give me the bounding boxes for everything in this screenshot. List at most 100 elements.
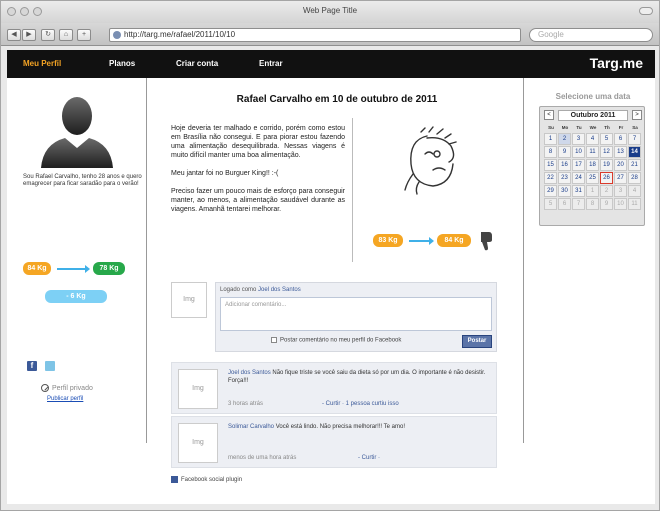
search-field[interactable]: Google bbox=[529, 28, 653, 42]
calendar-day[interactable]: 21 bbox=[628, 159, 641, 171]
home-button[interactable]: ⌂ bbox=[59, 29, 73, 41]
calendar-day[interactable]: 18 bbox=[586, 159, 599, 171]
calendar-day: 8 bbox=[586, 198, 599, 210]
comment-author-link[interactable]: Joel dos Santos bbox=[228, 370, 271, 376]
calendar-day[interactable]: 26 bbox=[600, 172, 613, 184]
calendar-day[interactable]: 7 bbox=[628, 133, 641, 145]
weekday-row: Su Mo Tu We Th Fr Sa bbox=[544, 125, 642, 130]
calendar-day[interactable]: 27 bbox=[614, 172, 627, 184]
calendar-day: 4 bbox=[628, 185, 641, 197]
calendar-day[interactable]: 30 bbox=[558, 185, 571, 197]
calendar-grid: 1 2 3 4 5 6 7 8 9 10 11 12 13 14 15 16 17 18 19 20 21 22 23 24 2… bbox=[544, 133, 642, 211]
comment-item: Img Joel dos Santos Não fique triste se … bbox=[171, 362, 497, 414]
calendar-month: Outubro 2011 bbox=[558, 110, 628, 121]
nav-meu-perfil[interactable]: Meu Perfil bbox=[23, 59, 61, 68]
post-comment-button[interactable]: Postar bbox=[462, 335, 492, 348]
title-bar: Web Page Title bbox=[1, 1, 659, 23]
address-bar[interactable]: http://targ.me/rafael/2011/10/10 bbox=[109, 28, 521, 42]
avatar bbox=[41, 97, 113, 168]
top-nav: Meu Perfil Planos Criar conta Entrar Tar… bbox=[7, 50, 655, 78]
facebook-post-checkbox[interactable]: Postar comentário no meu perfil do Faceb… bbox=[271, 337, 401, 344]
calendar-title: Selecione uma data bbox=[555, 92, 631, 101]
commenter-image-placeholder: Img bbox=[178, 423, 218, 463]
calendar-day[interactable]: 6 bbox=[614, 133, 627, 145]
thumbs-down-icon[interactable] bbox=[479, 230, 493, 252]
profile-bio: Sou Rafael Carvalho, tenho 28 anos e que… bbox=[23, 174, 142, 187]
nav-entrar[interactable]: Entrar bbox=[259, 59, 283, 68]
calendar-day[interactable]: 29 bbox=[544, 185, 557, 197]
comment-like-action[interactable]: - Curtir · bbox=[358, 455, 380, 461]
add-bookmark-button[interactable]: + bbox=[77, 29, 91, 41]
next-month-button[interactable]: > bbox=[632, 110, 642, 120]
browser-toolbar: ◀ ▶ ↻ ⌂ + http://targ.me/rafael/2011/10/… bbox=[1, 23, 659, 46]
calendar-day[interactable]: 2 bbox=[558, 133, 571, 145]
calendar-day[interactable]: 19 bbox=[600, 159, 613, 171]
nav-planos[interactable]: Planos bbox=[109, 59, 135, 68]
weekday-label: Sa bbox=[632, 125, 638, 130]
calendar-day: 2 bbox=[600, 185, 613, 197]
post-body: Hoje deveria ter malhado e corrido, poré… bbox=[171, 124, 345, 223]
calendar-day[interactable]: 1 bbox=[544, 133, 557, 145]
calendar-day[interactable]: 23 bbox=[558, 172, 571, 184]
comment-time: menos de uma hora atrás bbox=[228, 455, 297, 461]
comment-text: Joel dos Santos Não fique triste se você… bbox=[228, 370, 486, 384]
calendar-day[interactable]: 22 bbox=[544, 172, 557, 184]
calendar-day: 10 bbox=[614, 198, 627, 210]
calendar-day: 9 bbox=[600, 198, 613, 210]
calendar-day[interactable]: 25 bbox=[586, 172, 599, 184]
site-icon bbox=[113, 31, 121, 39]
checkbox[interactable] bbox=[271, 337, 277, 343]
logged-user-link[interactable]: Joel dos Santos bbox=[258, 287, 301, 293]
toolbar-toggle-button[interactable] bbox=[639, 7, 653, 15]
calendar-day[interactable]: 16 bbox=[558, 159, 571, 171]
calendar-day: 3 bbox=[614, 185, 627, 197]
reload-button[interactable]: ↻ bbox=[41, 29, 55, 41]
calendar-day[interactable]: 13 bbox=[614, 146, 627, 158]
calendar-day[interactable]: 15 bbox=[544, 159, 557, 171]
weekday-label: Su bbox=[548, 125, 554, 130]
calendar-header: < Outubro 2011 > bbox=[544, 110, 642, 122]
calendar-day: 7 bbox=[572, 198, 585, 210]
weekday-label: Th bbox=[604, 125, 610, 130]
comment-form: Img Logado como Joel dos Santos Adiciona… bbox=[171, 282, 497, 354]
web-page: Meu Perfil Planos Criar conta Entrar Tar… bbox=[7, 50, 655, 504]
calendar-day[interactable]: 3 bbox=[572, 133, 585, 145]
calendar-day[interactable]: 11 bbox=[586, 146, 599, 158]
calendar-day[interactable]: 10 bbox=[572, 146, 585, 158]
calendar-day[interactable]: 20 bbox=[614, 159, 627, 171]
calendar-day[interactable]: 8 bbox=[544, 146, 557, 158]
calendar-day[interactable]: 14 bbox=[628, 146, 641, 158]
right-divider bbox=[523, 78, 524, 443]
calendar-day[interactable]: 28 bbox=[628, 172, 641, 184]
calendar-day[interactable]: 24 bbox=[572, 172, 585, 184]
facebook-icon[interactable]: f bbox=[27, 361, 37, 371]
post-title: Rafael Carvalho em 10 de outubro de 2011 bbox=[236, 94, 438, 105]
comment-form-panel: Logado como Joel dos Santos Adicionar co… bbox=[215, 282, 497, 352]
calendar-day[interactable]: 4 bbox=[586, 133, 599, 145]
twitter-icon[interactable] bbox=[45, 361, 55, 371]
publish-profile-link[interactable]: Publicar perfil bbox=[47, 396, 83, 402]
calendar-day[interactable]: 31 bbox=[572, 185, 585, 197]
comment-input[interactable]: Adicionar comentário... bbox=[220, 297, 492, 331]
brand-logo[interactable]: Targ.me bbox=[590, 55, 643, 71]
current-weight-badge: 78 Kg bbox=[93, 262, 125, 275]
weekday-label: Tu bbox=[576, 125, 582, 130]
forward-button[interactable]: ▶ bbox=[22, 29, 36, 41]
comment-author-link[interactable]: Solimar Carvalho bbox=[228, 424, 274, 430]
calendar-day: 1 bbox=[586, 185, 599, 197]
calendar-day[interactable]: 9 bbox=[558, 146, 571, 158]
prev-month-button[interactable]: < bbox=[544, 110, 554, 120]
comment-like-action[interactable]: - Curtir · 1 pessoa curtiu isso bbox=[322, 401, 399, 407]
post-paragraph: Meu jantar foi no Burguer King!! :-( bbox=[171, 170, 279, 177]
window-title: Web Page Title bbox=[302, 6, 358, 15]
url-text: http://targ.me/rafael/2011/10/10 bbox=[124, 30, 236, 39]
calendar-day[interactable]: 17 bbox=[572, 159, 585, 171]
calendar-day[interactable]: 5 bbox=[600, 133, 613, 145]
comment-item: Img Solimar Carvalho Você está lindo. Nã… bbox=[171, 416, 497, 468]
back-button[interactable]: ◀ bbox=[7, 29, 21, 41]
weight-diff-badge: - 6 Kg bbox=[45, 290, 107, 303]
post-start-weight-badge: 83 Kg bbox=[373, 234, 403, 247]
calendar-day[interactable]: 12 bbox=[600, 146, 613, 158]
private-profile-label: Perfil privado bbox=[41, 384, 93, 392]
nav-criar-conta[interactable]: Criar conta bbox=[176, 59, 218, 68]
